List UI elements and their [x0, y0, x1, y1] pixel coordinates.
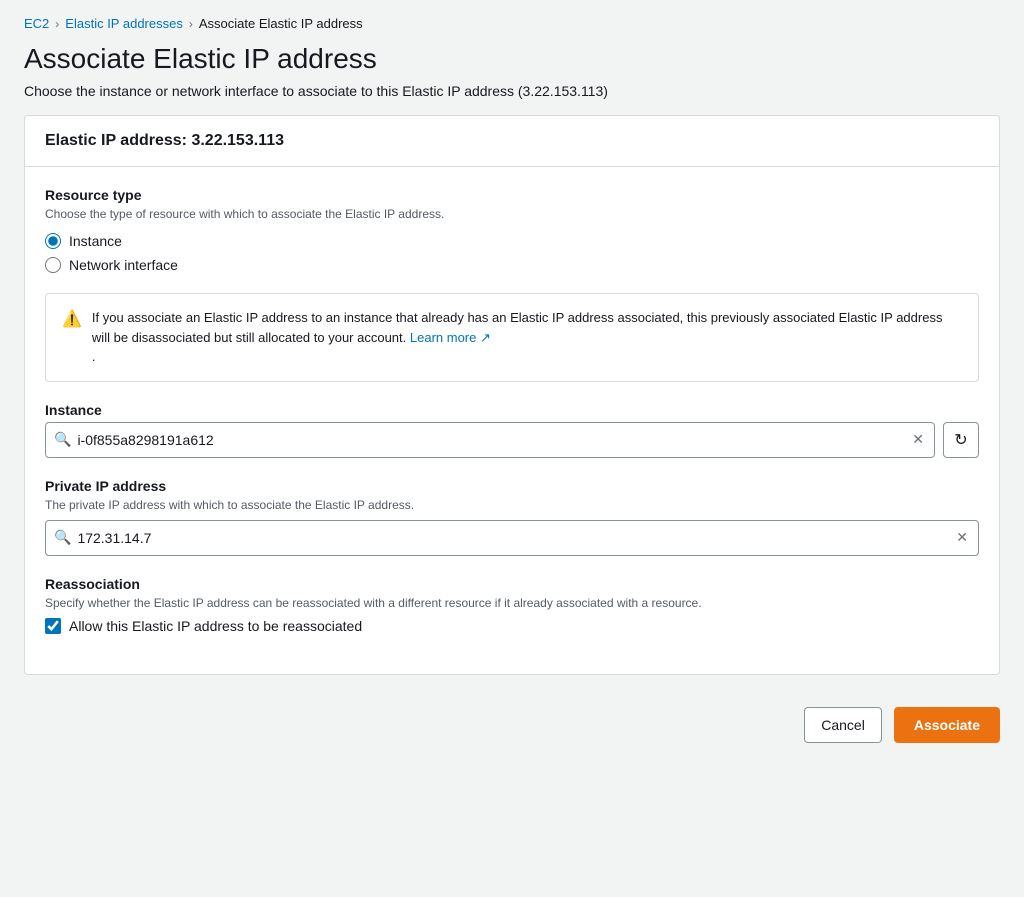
breadcrumb-ec2[interactable]: EC2	[24, 16, 49, 31]
panel-body: Resource type Choose the type of resourc…	[25, 167, 999, 674]
alert-message: If you associate an Elastic IP address t…	[92, 310, 943, 345]
radio-instance[interactable]	[45, 233, 61, 249]
radio-network[interactable]	[45, 257, 61, 273]
private-ip-clear-icon[interactable]: ✕	[954, 527, 970, 548]
instance-input-row: 🔍 ✕ ↻	[45, 422, 979, 458]
panel-header-title: Elastic IP address: 3.22.153.113	[45, 132, 284, 149]
radio-instance-label: Instance	[69, 233, 122, 249]
resource-type-section: Resource type Choose the type of resourc…	[45, 187, 979, 273]
radio-network-item[interactable]: Network interface	[45, 257, 979, 273]
alert-box: ⚠️ If you associate an Elastic IP addres…	[45, 293, 979, 382]
main-panel: Elastic IP address: 3.22.153.113 Resourc…	[24, 115, 1000, 675]
alert-text: If you associate an Elastic IP address t…	[92, 308, 962, 367]
reassociation-checkbox[interactable]	[45, 618, 61, 634]
page-subtitle: Choose the instance or network interface…	[0, 83, 1024, 115]
radio-group: Instance Network interface	[45, 233, 979, 273]
warning-icon: ⚠️	[62, 309, 82, 329]
reassociation-checkbox-label: Allow this Elastic IP address to be reas…	[69, 618, 362, 634]
instance-field-section: Instance 🔍 ✕ ↻	[45, 402, 979, 458]
instance-refresh-button[interactable]: ↻	[943, 422, 979, 458]
private-ip-input-row: 🔍 ✕	[45, 520, 979, 556]
instance-clear-icon[interactable]: ✕	[910, 429, 926, 450]
page-title: Associate Elastic IP address	[0, 39, 1024, 83]
instance-input[interactable]	[77, 432, 910, 448]
breadcrumb-elastic-ip[interactable]: Elastic IP addresses	[65, 16, 183, 31]
private-ip-input-wrapper[interactable]: 🔍 ✕	[45, 520, 979, 556]
radio-network-label: Network interface	[69, 257, 178, 273]
breadcrumb: EC2 › Elastic IP addresses › Associate E…	[0, 0, 1024, 39]
resource-type-desc: Choose the type of resource with which t…	[45, 207, 979, 221]
private-ip-field-label: Private IP address	[45, 478, 979, 494]
cancel-button[interactable]: Cancel	[804, 707, 882, 743]
reassociation-section: Reassociation Specify whether the Elasti…	[45, 576, 979, 634]
resource-type-label: Resource type	[45, 187, 979, 203]
alert-learn-more-link[interactable]: Learn more ↗	[410, 330, 491, 345]
panel-header: Elastic IP address: 3.22.153.113	[25, 116, 999, 167]
private-ip-field-desc: The private IP address with which to ass…	[45, 498, 979, 512]
radio-instance-item[interactable]: Instance	[45, 233, 979, 249]
breadcrumb-sep-2: ›	[189, 17, 193, 31]
associate-button[interactable]: Associate	[894, 707, 1000, 743]
private-ip-field-section: Private IP address The private IP addres…	[45, 478, 979, 556]
reassociation-checkbox-item[interactable]: Allow this Elastic IP address to be reas…	[45, 618, 979, 634]
reassociation-label: Reassociation	[45, 576, 979, 592]
reassociation-desc: Specify whether the Elastic IP address c…	[45, 596, 979, 610]
footer-bar: Cancel Associate	[0, 691, 1024, 759]
breadcrumb-sep-1: ›	[55, 17, 59, 31]
private-ip-input[interactable]	[77, 530, 954, 546]
alert-content: ⚠️ If you associate an Elastic IP addres…	[62, 308, 962, 367]
breadcrumb-current: Associate Elastic IP address	[199, 16, 363, 31]
private-ip-search-icon: 🔍	[54, 529, 71, 546]
instance-input-wrapper[interactable]: 🔍 ✕	[45, 422, 935, 458]
instance-field-label: Instance	[45, 402, 979, 418]
instance-search-icon: 🔍	[54, 431, 71, 448]
